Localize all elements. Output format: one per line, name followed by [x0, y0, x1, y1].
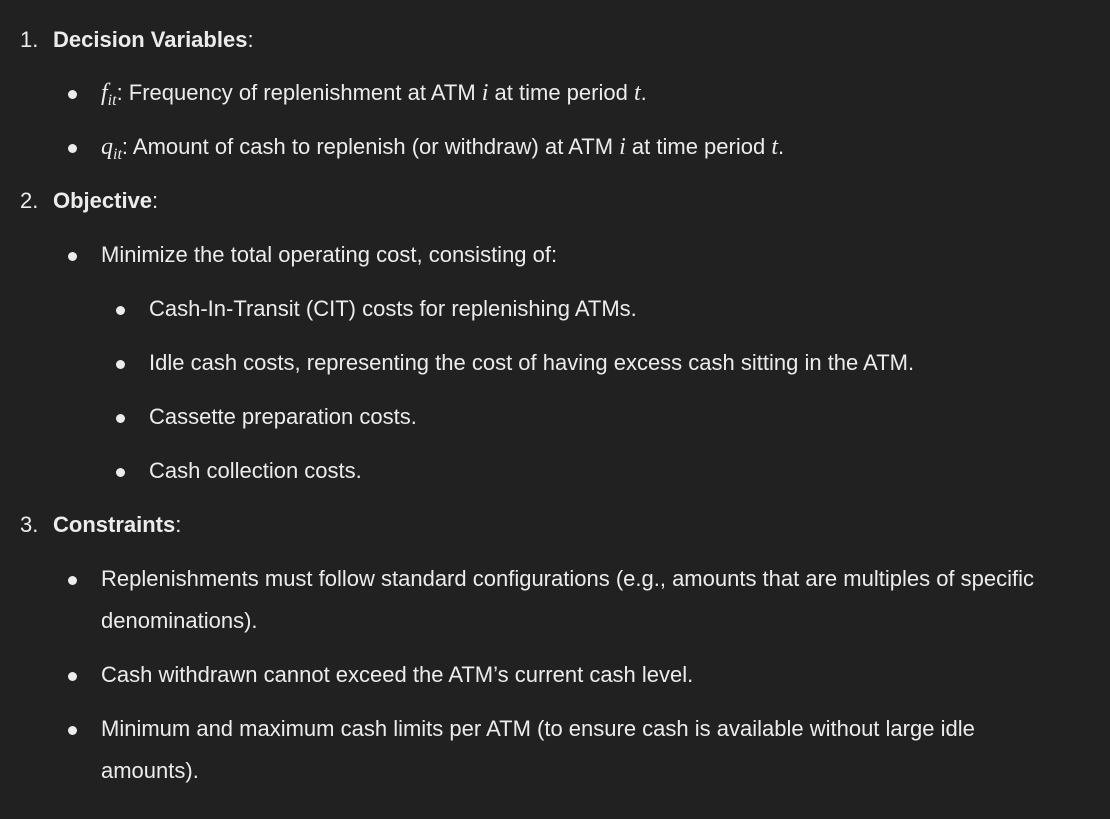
- bullet-icon: [116, 360, 125, 369]
- bullet-icon: [116, 468, 125, 477]
- bullet-icon: [116, 306, 125, 315]
- bullet-icon: [68, 252, 77, 261]
- section-number: 3.: [20, 512, 39, 537]
- math-variable: fit: [101, 80, 117, 109]
- section-number: 2.: [20, 188, 39, 213]
- list-item-idle-costs: Idle cash costs, representing the cost o…: [149, 350, 915, 375]
- bullet-icon: [68, 672, 77, 681]
- list-item-frequency: fit: Frequency of replenishment at ATM i…: [101, 80, 647, 109]
- bullet-icon: [116, 414, 125, 423]
- list-item-replenishments: Replenishments must follow standard conf…: [101, 566, 1035, 633]
- section-title: Constraints: [53, 512, 176, 537]
- math-variable: qit: [101, 134, 122, 163]
- section-1-heading: 1. Decision Variables:: [20, 25, 254, 55]
- list-item-cit-costs: Cash-In-Transit (CIT) costs for replenis…: [149, 296, 637, 321]
- list-item-collection-costs: Cash collection costs.: [149, 458, 362, 483]
- list-item-min-max-limits: Minimum and maximum cash limits per ATM …: [101, 716, 975, 783]
- bullet-icon: [68, 90, 77, 99]
- bullet-icon: [68, 726, 77, 735]
- bullet-icon: [68, 144, 77, 153]
- list-item-withdrawn-limit: Cash withdrawn cannot exceed the ATM’s c…: [101, 662, 694, 687]
- list-item-amount: qit: Amount of cash to replenish (or wit…: [101, 134, 785, 163]
- section-number: 1.: [20, 27, 39, 52]
- section-title: Decision Variables: [53, 27, 248, 52]
- section-title: Objective: [53, 188, 153, 213]
- bullet-icon: [68, 576, 77, 585]
- section-3-heading: 3. Constraints:: [20, 510, 181, 540]
- list-item-cassette-costs: Cassette preparation costs.: [149, 404, 417, 429]
- list-item-minimize: Minimize the total operating cost, consi…: [101, 242, 558, 267]
- section-2-heading: 2. Objective:: [20, 186, 158, 216]
